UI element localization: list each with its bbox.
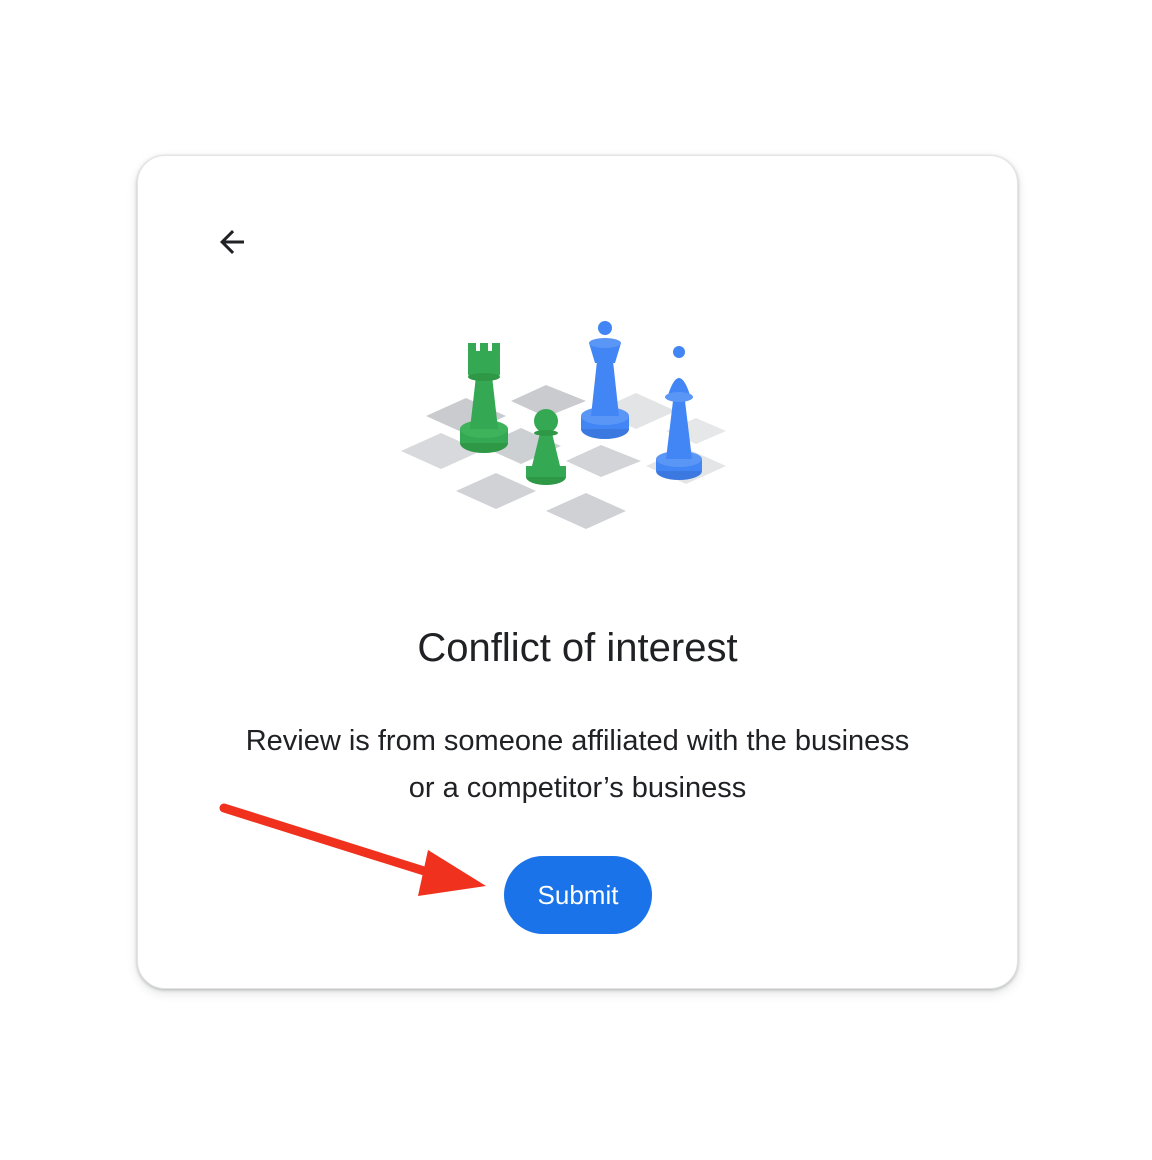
dialog-title: Conflict of interest — [417, 626, 738, 670]
chess-pieces-illustration — [401, 321, 726, 529]
green-rook-icon — [460, 343, 508, 453]
submit-button[interactable]: Submit — [504, 856, 652, 934]
back-button[interactable] — [200, 218, 264, 266]
page: Conflict of interest Review is from some… — [0, 0, 1152, 1160]
description-line-1: Review is from someone affiliated with t… — [245, 725, 910, 757]
blue-queen-icon — [581, 321, 629, 439]
dialog-description: Review is from someone affiliated with t… — [198, 718, 957, 812]
arrow-left-icon — [220, 230, 244, 254]
description-line-2: or a competitor’s business — [408, 772, 747, 804]
report-dialog: Conflict of interest Review is from some… — [137, 155, 1018, 989]
